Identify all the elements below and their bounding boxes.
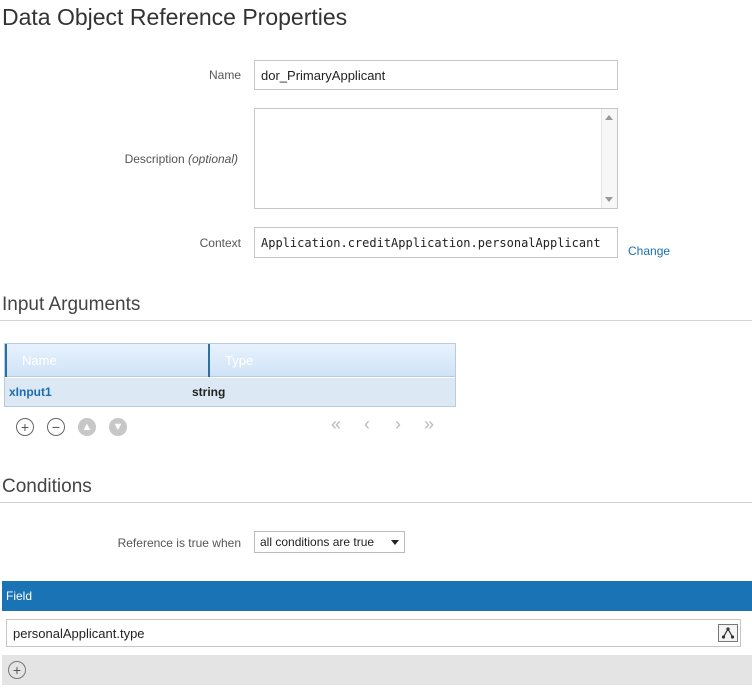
name-input-value: dor_PrimaryApplicant xyxy=(261,67,386,83)
remove-argument-icon[interactable]: − xyxy=(47,418,65,436)
input-arguments-title: Input Arguments xyxy=(2,294,141,315)
last-page-icon[interactable]: » xyxy=(424,414,434,435)
argument-name-cell[interactable]: xInput1 xyxy=(9,385,52,399)
argument-type-cell: string xyxy=(192,385,226,399)
chevron-down-icon xyxy=(391,540,399,545)
name-input[interactable]: dor_PrimaryApplicant xyxy=(254,60,618,90)
move-up-icon[interactable]: ▲ xyxy=(78,418,96,436)
context-label: Context xyxy=(199,236,241,250)
condition-field-value: personalApplicant.type xyxy=(13,625,145,641)
conditions-divider xyxy=(0,502,752,503)
condition-field-input[interactable]: personalApplicant.type xyxy=(6,619,741,647)
name-label: Name xyxy=(208,68,241,82)
move-down-icon[interactable]: ▼ xyxy=(109,418,127,436)
grid-header: Name Type xyxy=(5,344,455,377)
add-condition-icon[interactable]: + xyxy=(8,661,26,679)
page-title: Data Object Reference Properties xyxy=(2,4,348,30)
conditions-title: Conditions xyxy=(2,476,92,497)
context-input-value: Application.creditApplication.personalAp… xyxy=(261,235,601,250)
description-optional-text: (optional) xyxy=(187,152,238,166)
first-page-icon[interactable]: « xyxy=(331,414,341,435)
table-row[interactable]: xInput1 string xyxy=(5,378,455,406)
tree-picker-icon xyxy=(721,627,735,639)
input-arguments-divider xyxy=(0,320,752,321)
scroll-up-icon[interactable] xyxy=(605,115,613,120)
context-input[interactable]: Application.creditApplication.personalAp… xyxy=(254,227,618,258)
add-condition-bar: + xyxy=(2,655,752,685)
reference-true-when-label: Reference is true when xyxy=(117,536,241,550)
field-picker-button[interactable] xyxy=(718,624,738,642)
previous-page-icon[interactable]: ‹ xyxy=(364,414,370,435)
description-label: Description (optional) xyxy=(80,152,238,166)
field-header-label: Field xyxy=(6,589,33,603)
add-argument-icon[interactable]: + xyxy=(16,418,34,436)
description-textarea[interactable] xyxy=(254,108,618,209)
column-header-type[interactable]: Type xyxy=(208,344,455,377)
reference-condition-select[interactable]: all conditions are true xyxy=(254,531,405,553)
description-scrollbar[interactable] xyxy=(601,109,617,208)
field-column-header: Field xyxy=(2,581,752,611)
column-header-name[interactable]: Name xyxy=(5,344,208,377)
next-page-icon[interactable]: › xyxy=(395,414,401,435)
scroll-down-icon[interactable] xyxy=(605,197,613,202)
reference-condition-value: all conditions are true xyxy=(260,535,375,549)
input-arguments-grid: Name Type xInput1 string xyxy=(4,343,456,407)
description-label-text: Description xyxy=(124,152,185,166)
change-context-link[interactable]: Change xyxy=(628,244,670,258)
